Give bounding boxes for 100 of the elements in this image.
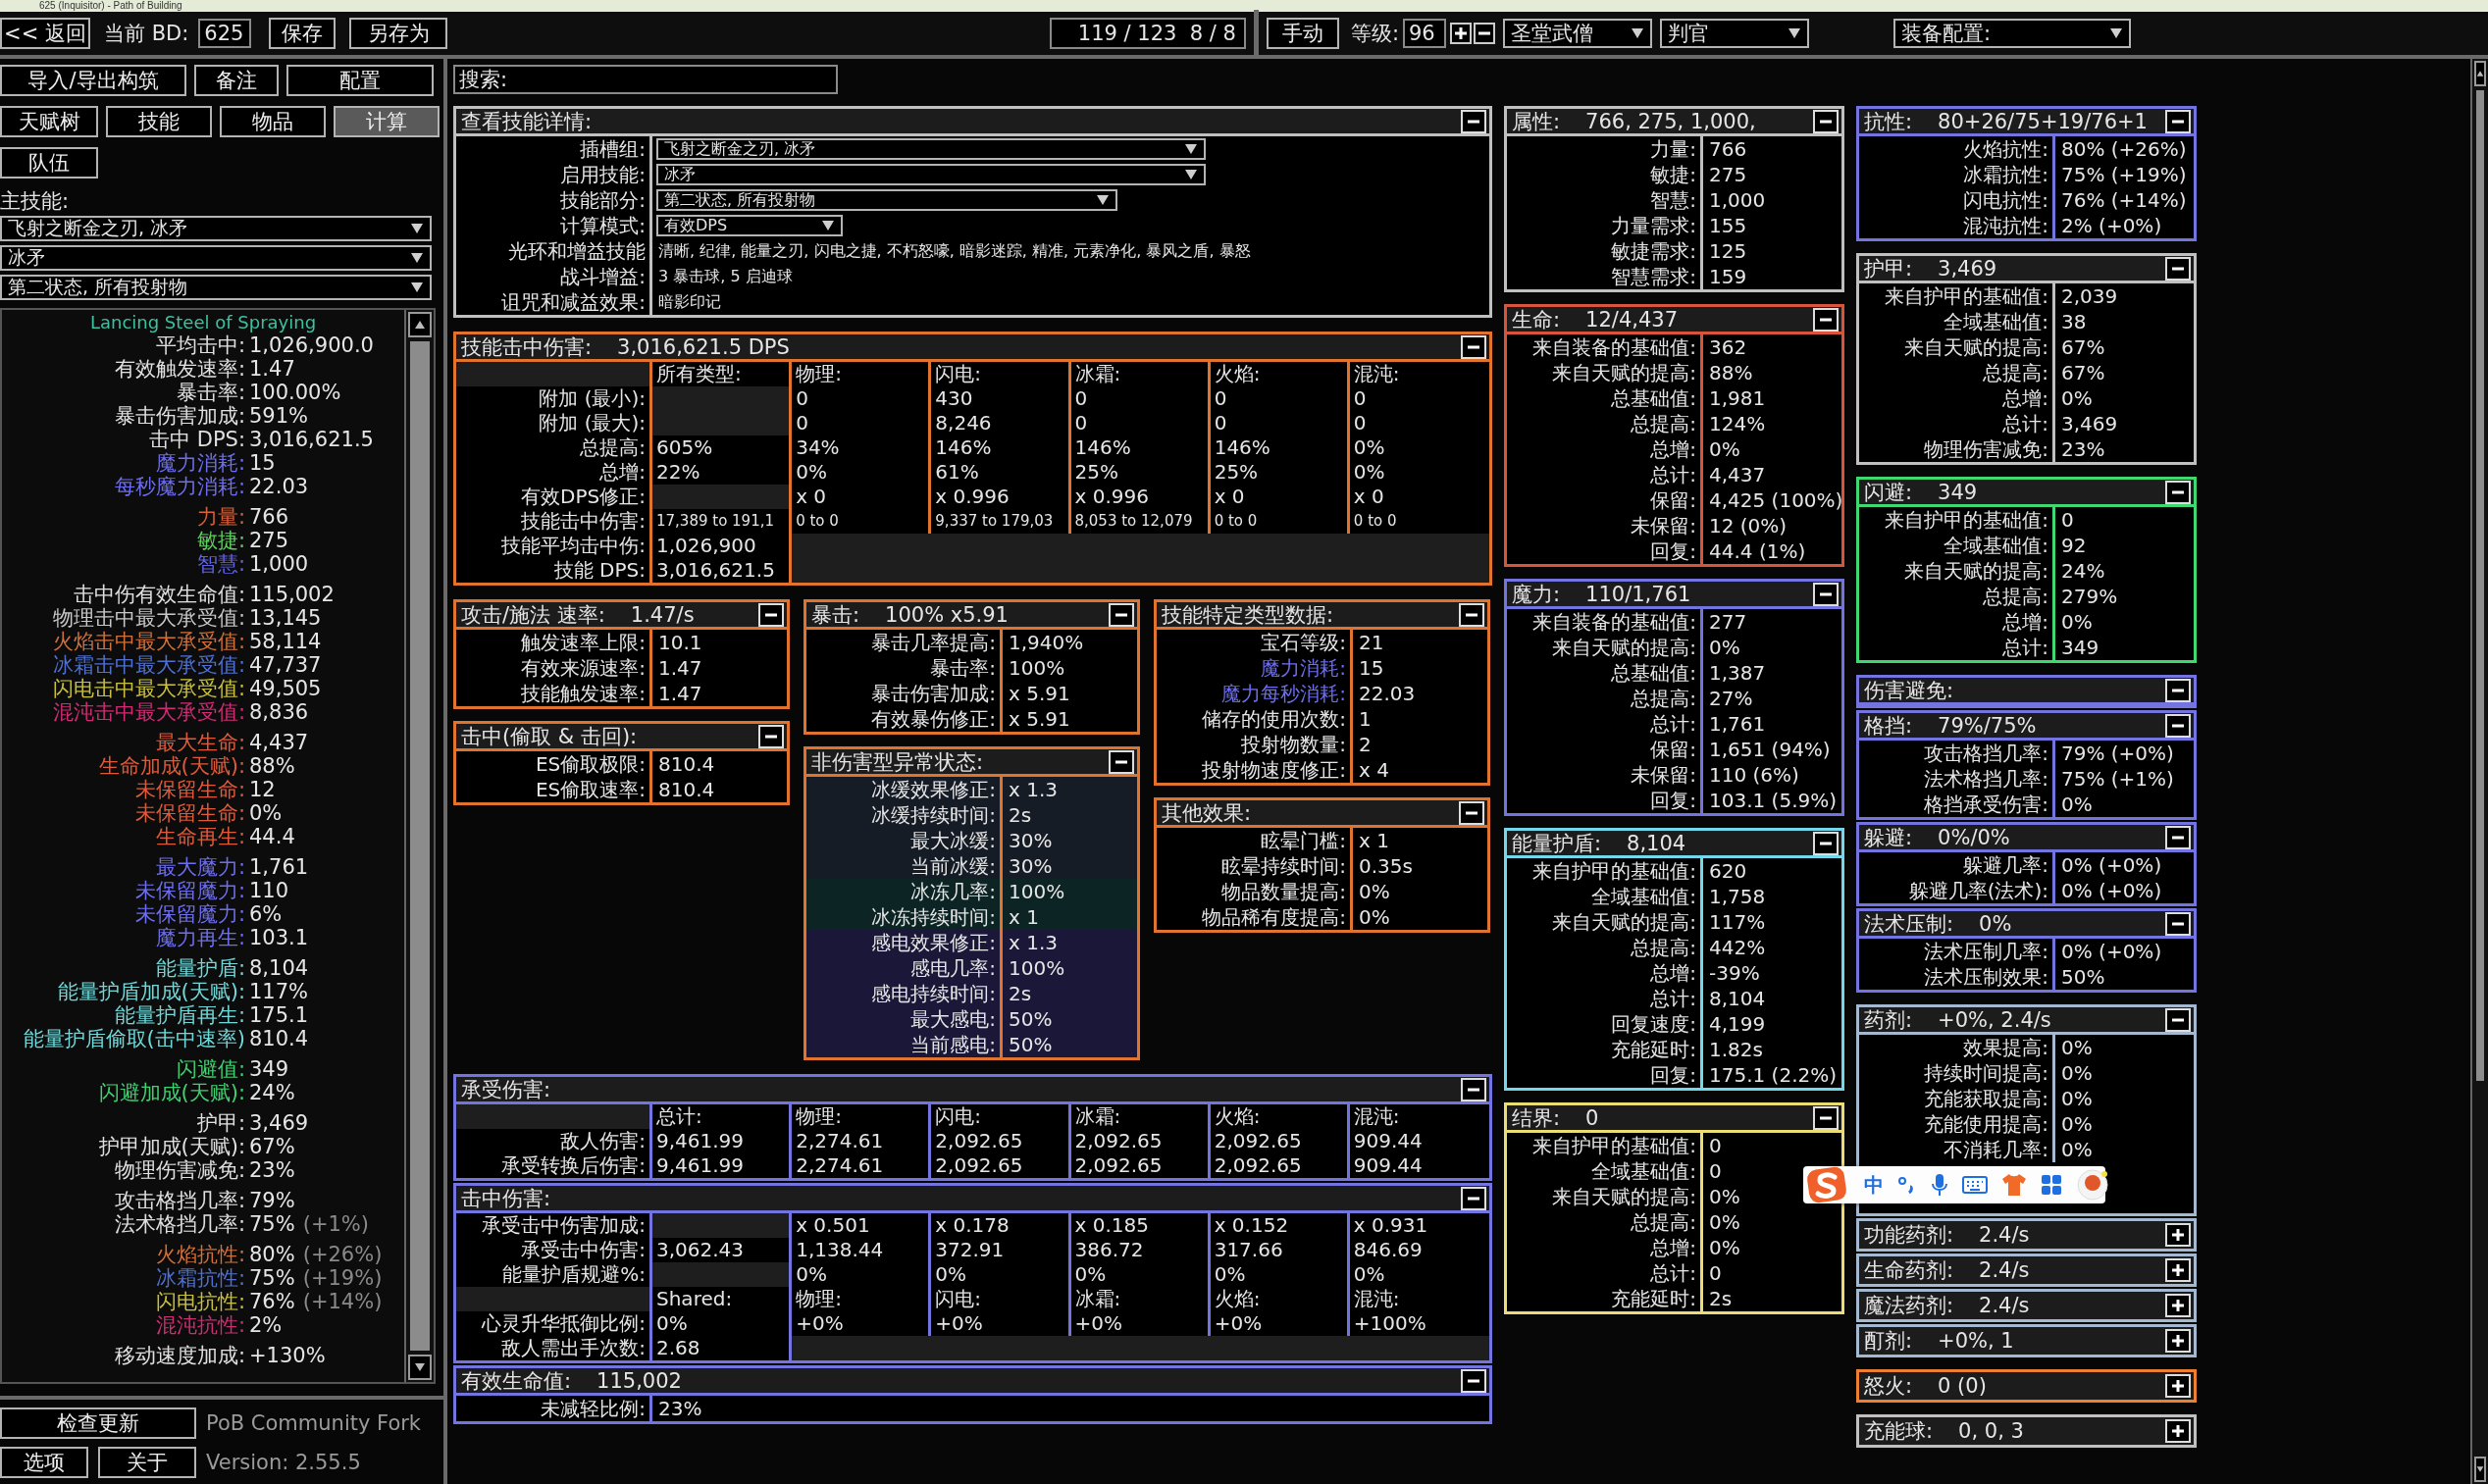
collapse-button[interactable] (2165, 911, 2191, 936)
collapse-button[interactable] (1459, 602, 1484, 627)
collapse-button[interactable] (1813, 582, 1839, 606)
save-as-button[interactable]: 另存为 (349, 18, 448, 49)
collapse-button[interactable] (2165, 1258, 2191, 1282)
collapse-button[interactable] (1461, 109, 1486, 133)
column-header: 冰霜: (1070, 1104, 1211, 1129)
scroll-thumb[interactable] (410, 341, 430, 1351)
dropdown[interactable]: 有效DPS (656, 215, 843, 236)
tab[interactable]: 物品 (220, 106, 326, 137)
row-label: 心灵升华抵御比例: (456, 1311, 652, 1336)
collapse-button[interactable] (758, 724, 784, 748)
column-header: 混沌: (1352, 1104, 1401, 1129)
collapse-button[interactable] (2165, 256, 2191, 281)
collapse-button[interactable] (1461, 1368, 1486, 1393)
panel-button[interactable]: 配置 (286, 65, 434, 96)
collapse-button[interactable] (2165, 480, 2191, 504)
dropdown[interactable]: 冰矛 (656, 164, 1206, 185)
class-dropdown[interactable]: 圣堂武僧 (1503, 19, 1652, 48)
collapse-button[interactable] (1461, 1077, 1486, 1101)
ascendancy-dropdown[interactable]: 判官 (1660, 19, 1809, 48)
dropdown[interactable]: 第二状态, 所有投射物 (656, 189, 1117, 211)
options-button[interactable]: 选项 (0, 1447, 88, 1478)
avatar-icon[interactable] (2076, 1168, 2109, 1202)
collapse-button[interactable] (1109, 602, 1134, 627)
skill-dropdown[interactable]: 第二状态, 所有投射物 (0, 275, 432, 300)
collapse-button[interactable] (2165, 1374, 2191, 1398)
collapse-button[interactable] (2165, 825, 2191, 849)
collapse-button[interactable] (2165, 1007, 2191, 1032)
mode-button[interactable]: 手动 (1266, 18, 1339, 49)
section-title: 酊剂: (1864, 1328, 1913, 1355)
scroll-down-button[interactable] (2474, 1457, 2486, 1482)
tab[interactable]: 天赋树 (0, 106, 98, 137)
row-label: 智慧需求: (1507, 264, 1703, 289)
tab[interactable]: 队伍 (0, 147, 98, 179)
row-value: 92 (2060, 533, 2087, 558)
increase-button[interactable] (1450, 23, 1472, 44)
table-cell: 0% (1070, 1262, 1211, 1287)
collapse-button[interactable] (2165, 1329, 2191, 1353)
row-value: 1,940% (1008, 630, 1084, 655)
stat-value: 8,104 (248, 956, 309, 980)
stat-value: 88% (248, 754, 295, 778)
save-button[interactable]: 保存 (269, 18, 337, 49)
panel-button[interactable]: 导入/导出构筑 (0, 65, 186, 96)
stat-label: 火焰击中最大承受值: (51, 630, 245, 653)
search-field[interactable]: 搜索: (453, 65, 838, 94)
section-title: 躲避: (1864, 824, 1913, 851)
column-header: 物理: (792, 1287, 932, 1311)
scroll-thumb[interactable] (2476, 90, 2484, 1082)
stat-value: 110 (248, 879, 289, 902)
collapse-button[interactable] (2165, 109, 2191, 133)
panel-button[interactable]: 备注 (194, 65, 279, 96)
collapse-button[interactable] (2165, 713, 2191, 738)
collapse-button[interactable] (758, 602, 784, 627)
collapse-button[interactable] (1109, 749, 1134, 774)
input-mode-toggle[interactable]: 中 (1864, 1171, 1884, 1199)
collapse-button[interactable] (1813, 1105, 1839, 1130)
collapse-button[interactable] (2165, 1223, 2191, 1247)
section-value: 349 (1938, 480, 1978, 504)
keyboard-icon[interactable] (1962, 1175, 1988, 1195)
collapse-button[interactable] (2165, 1419, 2191, 1443)
collapse-button[interactable] (2165, 678, 2191, 702)
microphone-icon[interactable] (1931, 1173, 1948, 1197)
stat-label: 未保留魔力: (133, 902, 245, 926)
tab[interactable]: 技能 (106, 106, 212, 137)
stat-value: 1,761 (248, 855, 309, 879)
row-value: 75% (+19%) (2060, 162, 2187, 187)
row-label: 躲避几率(法术): (1859, 878, 2055, 903)
dropdown-arrow-icon (410, 281, 424, 293)
stat-value: 76% (248, 1290, 295, 1313)
stat-label: 物理伤害减免: (113, 1158, 245, 1182)
scrollbar[interactable] (404, 310, 434, 1382)
scroll-down-button[interactable] (408, 1355, 432, 1380)
collapse-button[interactable] (1459, 800, 1484, 825)
column-header: 混沌: (1352, 362, 1401, 386)
scrollbar[interactable] (2470, 59, 2488, 1484)
tab[interactable]: 计算 (334, 106, 440, 137)
skill-name: Lancing Steel of Spraying (88, 312, 318, 333)
level-field[interactable]: 96 (1403, 19, 1446, 48)
collapse-button[interactable] (1461, 334, 1486, 359)
collapse-button[interactable] (1813, 307, 1839, 332)
scroll-up-button[interactable] (408, 312, 432, 337)
shirt-icon[interactable] (2001, 1173, 2027, 1197)
build-name-field[interactable]: 625 (198, 19, 252, 48)
item-set-dropdown[interactable]: 装备配置: (1893, 19, 2131, 48)
grid-icon[interactable] (2041, 1174, 2062, 1196)
collapse-button[interactable] (2165, 1294, 2191, 1317)
dropdown-arrow-icon (1184, 169, 1198, 180)
scroll-up-button[interactable] (2474, 61, 2486, 86)
back-button[interactable]: << 返回 (0, 18, 90, 49)
decrease-button[interactable] (1474, 23, 1495, 44)
check-update-button[interactable]: 检查更新 (0, 1407, 196, 1439)
skill-dropdown[interactable]: 冰矛 (0, 245, 432, 271)
collapse-button[interactable] (1461, 1186, 1486, 1210)
skill-dropdown[interactable]: 飞射之断金之刃, 冰矛 (0, 216, 432, 241)
section-title: 格挡: (1864, 712, 1913, 740)
collapse-button[interactable] (1813, 109, 1839, 133)
collapse-button[interactable] (1813, 831, 1839, 855)
about-button[interactable]: 关于 (98, 1447, 196, 1478)
dropdown[interactable]: 飞射之断金之刃, 冰矛 (656, 138, 1206, 160)
